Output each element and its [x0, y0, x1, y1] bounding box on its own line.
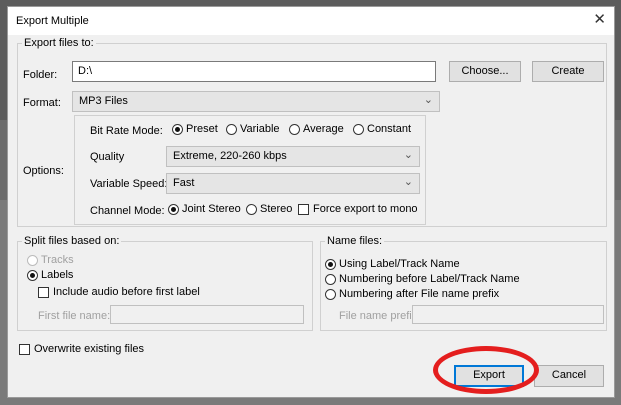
- radio-unselected-icon: [226, 123, 237, 135]
- force-mono-checkbox[interactable]: Force export to mono: [298, 203, 418, 215]
- radio-selected-icon: [172, 123, 183, 135]
- format-label: Format:: [23, 97, 61, 109]
- channel-stereo-label: Stereo: [260, 203, 293, 215]
- variable-speed-label: Variable Speed:: [90, 178, 168, 190]
- checkbox-unchecked-icon: [38, 286, 49, 298]
- radio-selected-icon: [27, 269, 38, 281]
- file-name-prefix-input[interactable]: [412, 305, 604, 324]
- checkbox-unchecked-icon: [19, 343, 30, 355]
- dialog-title: Export Multiple: [16, 15, 89, 27]
- include-audio-label: Include audio before first label: [53, 286, 200, 298]
- name-numbering-after-radio[interactable]: Numbering after File name prefix: [325, 288, 499, 300]
- channel-joint-stereo-label: Joint Stereo: [182, 203, 241, 215]
- radio-unselected-icon: [325, 288, 336, 300]
- bit-rate-constant-label: Constant: [367, 123, 412, 135]
- split-tracks-label: Tracks: [41, 254, 74, 266]
- radio-selected-icon: [325, 258, 336, 270]
- split-labels-label: Labels: [41, 269, 74, 281]
- bit-rate-average-label: Average: [303, 123, 344, 135]
- channel-joint-stereo-radio[interactable]: Joint Stereo: [168, 203, 241, 215]
- bit-rate-variable-label: Variable: [240, 123, 280, 135]
- overwrite-label: Overwrite existing files: [34, 343, 145, 355]
- format-value: MP3 Files: [79, 95, 128, 107]
- name-using-label-radio[interactable]: Using Label/Track Name: [325, 258, 460, 270]
- export-multiple-dialog: Export Multiple ✕ Export files to: Folde…: [7, 6, 615, 398]
- radio-unselected-icon: [289, 123, 300, 135]
- name-numbering-after-text: Numbering after File name prefix: [339, 288, 500, 300]
- cancel-button[interactable]: Cancel: [534, 365, 604, 387]
- variable-speed-value: Fast: [173, 177, 195, 189]
- force-mono-label: Force export to mono: [313, 203, 418, 215]
- bit-rate-average-radio[interactable]: Average: [289, 123, 344, 135]
- quality-value: Extreme, 220-260 kbps: [173, 150, 287, 162]
- format-select[interactable]: MP3 Files ⌄: [72, 91, 440, 112]
- bit-rate-preset-radio[interactable]: Preset: [172, 123, 218, 135]
- split-tracks-radio[interactable]: Tracks: [27, 254, 74, 266]
- first-file-name-label: First file name:: [38, 310, 111, 322]
- name-using-label-text: Using Label/Track Name: [339, 258, 460, 270]
- radio-unselected-icon: [325, 273, 336, 285]
- radio-disabled-icon: [27, 254, 38, 266]
- variable-speed-select[interactable]: Fast ⌄: [166, 173, 420, 194]
- choose-button[interactable]: Choose...: [449, 61, 521, 82]
- name-numbering-before-text: Numbering before Label/Track Name: [339, 273, 520, 285]
- quality-select[interactable]: Extreme, 220-260 kbps ⌄: [166, 146, 420, 167]
- include-audio-checkbox[interactable]: Include audio before first label: [38, 286, 200, 298]
- bit-rate-variable-radio[interactable]: Variable: [226, 123, 280, 135]
- title-bar: Export Multiple ✕: [8, 7, 614, 35]
- checkbox-unchecked-icon: [298, 203, 309, 215]
- close-icon[interactable]: ✕: [593, 12, 606, 28]
- options-label: Options:: [23, 165, 64, 177]
- radio-unselected-icon: [353, 123, 364, 135]
- split-labels-radio[interactable]: Labels: [27, 269, 73, 281]
- create-button[interactable]: Create: [532, 61, 604, 82]
- name-numbering-before-radio[interactable]: Numbering before Label/Track Name: [325, 273, 520, 285]
- radio-unselected-icon: [246, 203, 257, 215]
- chevron-down-icon: ⌄: [403, 176, 413, 188]
- channel-stereo-radio[interactable]: Stereo: [246, 203, 292, 215]
- chevron-down-icon: ⌄: [423, 94, 433, 106]
- channel-mode-label: Channel Mode:: [90, 205, 165, 217]
- folder-input[interactable]: D:\: [72, 61, 436, 82]
- overwrite-checkbox[interactable]: Overwrite existing files: [19, 343, 144, 355]
- bit-rate-preset-label: Preset: [186, 123, 218, 135]
- bit-rate-mode-label: Bit Rate Mode:: [90, 125, 163, 137]
- folder-label: Folder:: [23, 69, 58, 81]
- chevron-down-icon: ⌄: [403, 149, 413, 161]
- name-files-legend: Name files:: [327, 235, 383, 247]
- file-name-prefix-label: File name prefix:: [339, 310, 421, 322]
- radio-selected-icon: [168, 203, 179, 215]
- first-file-name-input[interactable]: [110, 305, 304, 324]
- split-files-legend: Split files based on:: [24, 235, 120, 247]
- export-files-to-legend: Export files to:: [24, 37, 94, 49]
- annotation-highlight-circle: [433, 346, 539, 394]
- quality-label: Quality: [90, 151, 125, 163]
- bit-rate-constant-radio[interactable]: Constant: [353, 123, 411, 135]
